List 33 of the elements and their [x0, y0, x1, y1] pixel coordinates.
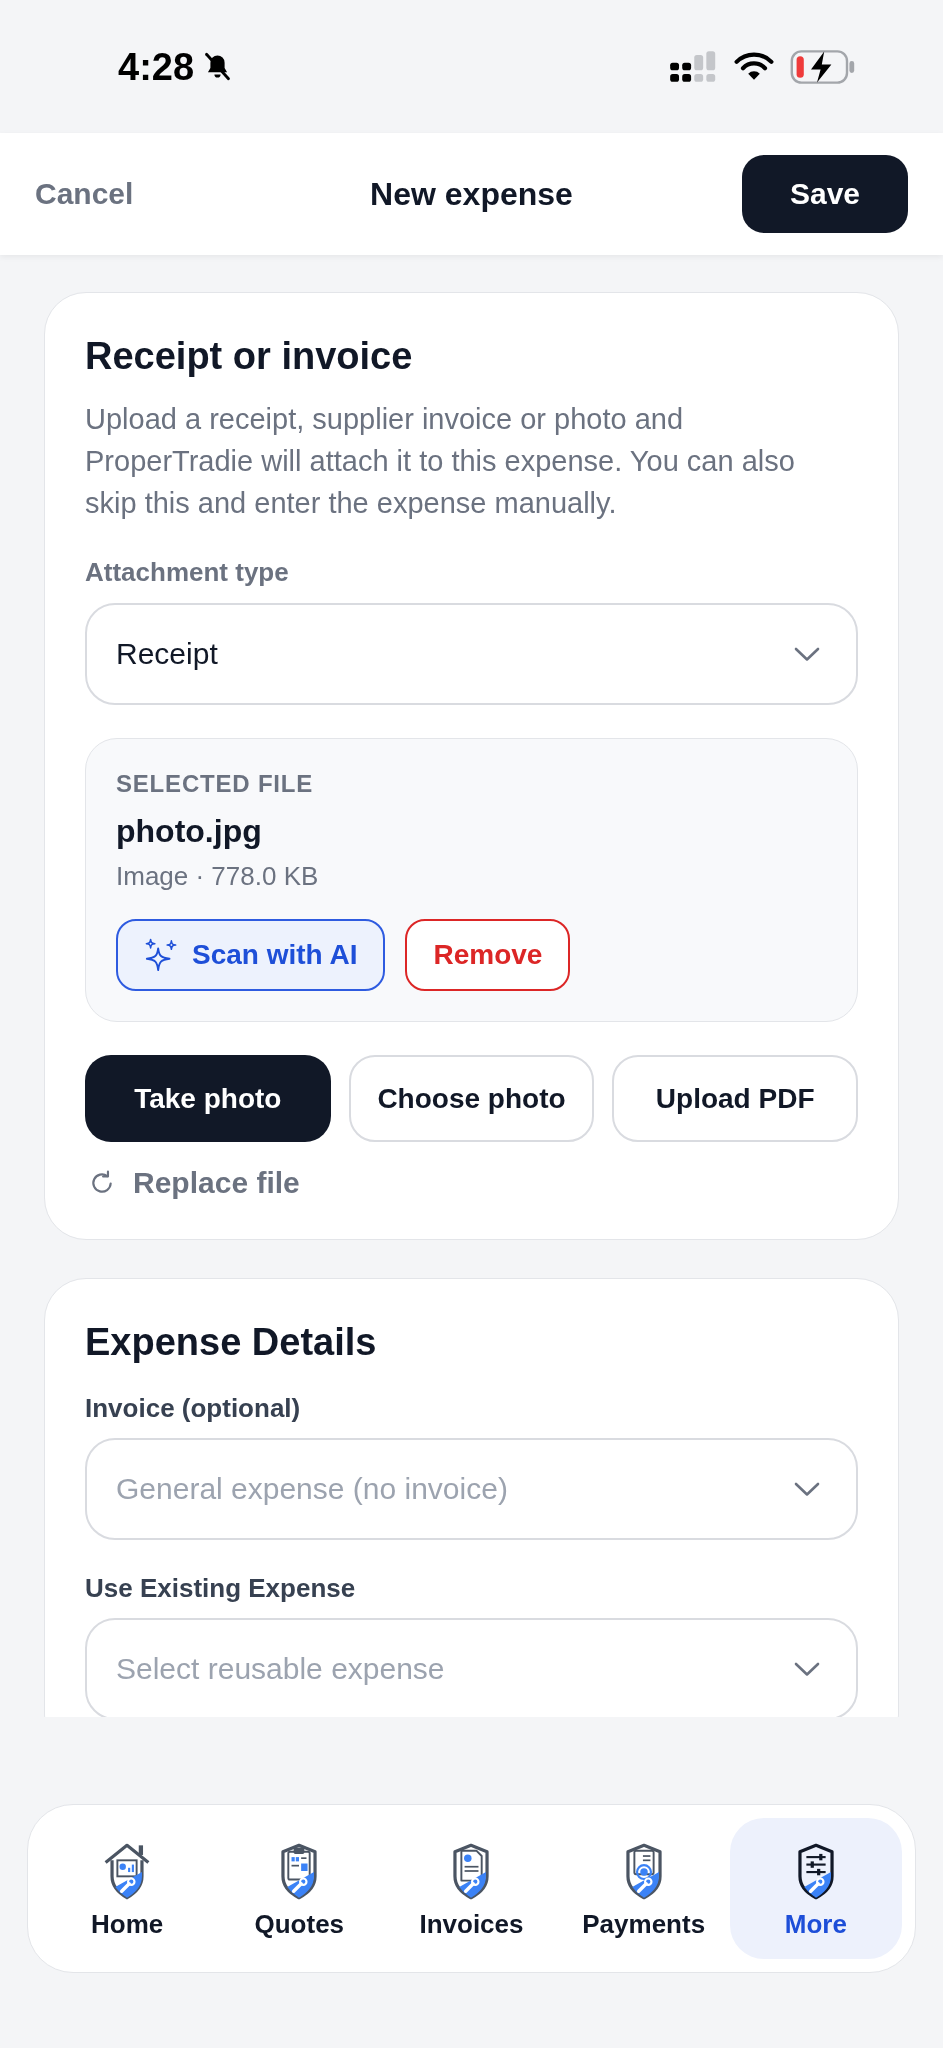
nav-tab[interactable]: Quotes: [213, 1818, 386, 1959]
selected-file-caption: SELECTED FILE: [116, 769, 315, 799]
sparkles-icon: [144, 938, 178, 972]
nav-tab[interactable]: Invoices: [385, 1818, 558, 1959]
chevron-down-icon: [794, 1481, 820, 1497]
save-button[interactable]: Save: [742, 155, 908, 233]
source-button[interactable]: Upload PDF: [612, 1055, 858, 1142]
source-button[interactable]: Take photo: [85, 1055, 331, 1142]
file-name: photo.jpg: [116, 812, 263, 851]
field-label: Invoice (optional): [85, 1392, 302, 1425]
chevron-down-icon: [794, 646, 820, 662]
source-button[interactable]: Choose photo: [348, 1055, 595, 1142]
status-time: 4:28: [118, 44, 195, 89]
field-label: Attachment type: [85, 556, 290, 589]
file-details: Image · 778.0 KB: [116, 860, 320, 893]
nav-tab[interactable]: More: [729, 1818, 902, 1959]
receipt-description: Upload a receipt, supplier invoice or photo and ProperTradie will attach it to this expense. You can also skip this and enter the expense manually.: [85, 402, 796, 521]
nav-tab[interactable]: Home: [41, 1818, 214, 1959]
nav-tab[interactable]: Payments: [557, 1818, 730, 1959]
wifi-icon: [734, 52, 774, 81]
replace-file-link[interactable]: Replace file: [85, 1163, 300, 1203]
scan-with-ai-button[interactable]: Scan with AI: [116, 919, 386, 991]
battery-icon: [790, 48, 856, 85]
cancel-button[interactable]: Cancel: [35, 177, 134, 211]
attachment-type-dropdown[interactable]: Receipt: [85, 603, 858, 705]
field-label: Use Existing Expense: [85, 1572, 357, 1605]
screen-title: New expense: [370, 175, 573, 213]
card-title: Expense Details: [85, 1320, 378, 1365]
refresh-icon: [89, 1170, 115, 1196]
card-title: Receipt or invoice: [85, 334, 414, 379]
chevron-down-icon: [794, 1661, 820, 1677]
remove-button[interactable]: Remove: [405, 919, 571, 991]
signal-icon: [670, 50, 716, 83]
